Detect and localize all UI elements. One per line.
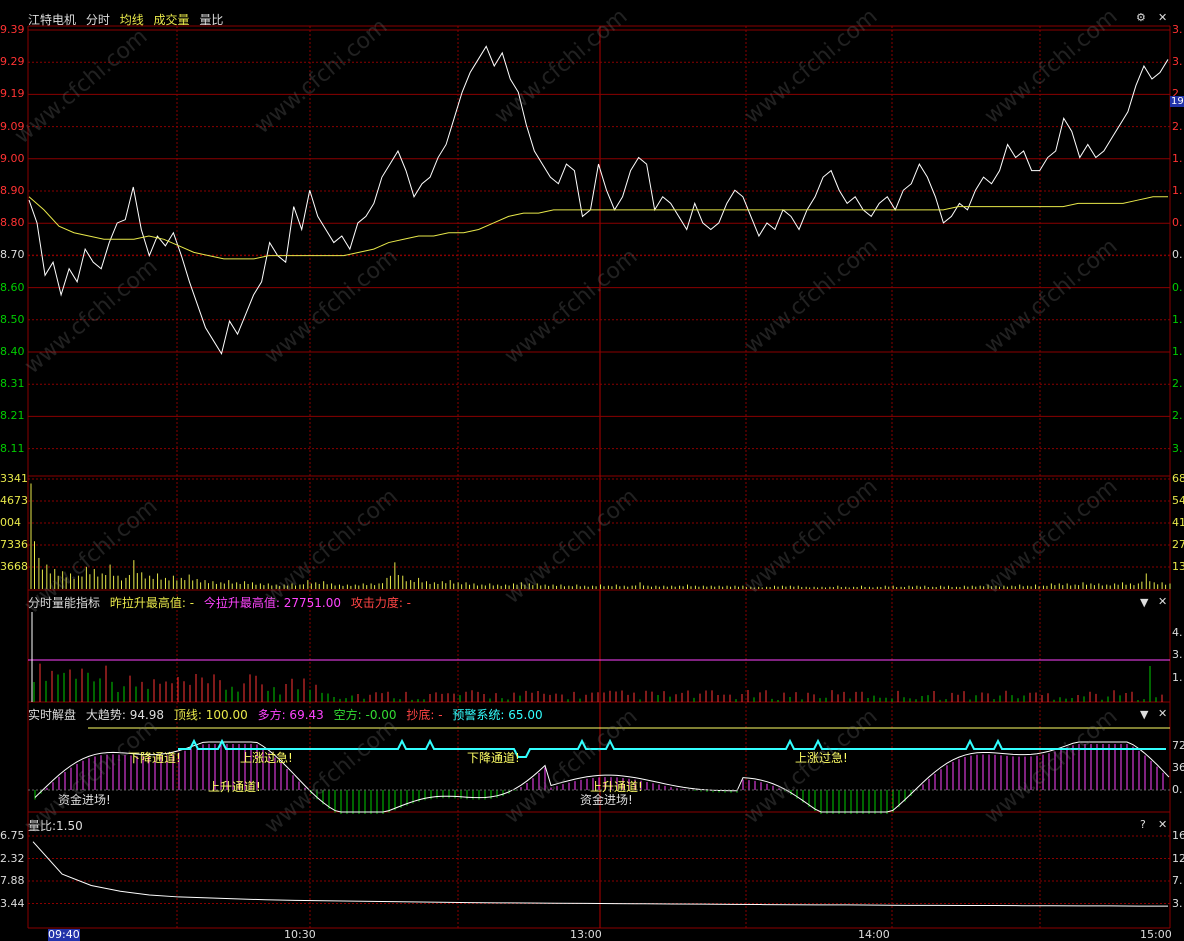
volume-tick-right: 13 (1172, 560, 1184, 573)
price-tick-left: 8.70 (0, 248, 25, 262)
price-tick-left: 9.00 (0, 151, 25, 165)
indicator1-field1: 昨拉升最高值: - (109, 596, 195, 610)
price-tick-right: 1. (1172, 184, 1183, 197)
indicator2-annotation: 下降通道! (467, 751, 520, 765)
price-tick-right: 1. (1172, 312, 1183, 326)
indicator2-menu-icon[interactable]: ▼ (1140, 708, 1148, 721)
indicator1-tick-right: 3. (1172, 648, 1183, 661)
time-tick: 15:00 (1140, 928, 1172, 941)
tab-junxian[interactable]: 均线 (120, 13, 144, 27)
price-tick-left: 8.50 (0, 312, 25, 326)
indicator2-annotation: 上涨过急! (240, 751, 293, 765)
tab-fenshi[interactable]: 分时 (86, 13, 110, 27)
indicator3-tick-right: 3. (1172, 896, 1183, 910)
price-tick-left: 9.39 (0, 23, 25, 36)
price-tick-left: 8.60 (0, 280, 25, 294)
indicator3-close-icon[interactable]: ✕ (1158, 818, 1167, 831)
indicator2-annotation: 上升通道! (208, 780, 261, 794)
indicator2-field3: 多方: 69.43 (257, 708, 324, 722)
indicator3-tick-left: 2.32 (0, 851, 25, 865)
time-tick: 09:40 (48, 928, 80, 941)
volume-tick-right: 41 (1172, 516, 1184, 529)
time-tick: 13:00 (570, 928, 602, 941)
settings-icon[interactable]: ⚙ (1136, 11, 1146, 24)
price-tick-right: 0. (1172, 248, 1183, 262)
volume-tick-left: 4673 (0, 494, 28, 507)
price-tick-right: 1. (1172, 345, 1183, 358)
price-tick-left: 8.21 (0, 409, 25, 423)
price-tick-right: 2. (1172, 409, 1183, 423)
volume-tick-right: 27 (1172, 538, 1184, 551)
volume-tick-left: 7336 (0, 538, 28, 551)
price-tick-left: 8.80 (0, 216, 25, 230)
price-tick-left: 8.31 (0, 377, 25, 391)
indicator2-close-icon[interactable]: ✕ (1158, 707, 1167, 720)
indicator2-field6: 预警系统: 65.00 (452, 708, 543, 722)
indicator3-tick-right: 7. (1172, 874, 1183, 887)
volume-tick-left: 3341 (0, 472, 28, 485)
stock-name: 江特电机 (28, 13, 77, 27)
time-tick: 10:30 (284, 928, 316, 941)
indicator3-tick-left: 3.44 (0, 896, 25, 910)
indicator1-menu-icon[interactable]: ▼ (1140, 596, 1148, 609)
volume-tick-right: 68 (1172, 472, 1184, 485)
volume-tick-left: 3668 (0, 560, 28, 573)
price-tick-right: 3. (1172, 55, 1183, 69)
indicator2-field1: 大趋势: 94.98 (85, 708, 165, 722)
indicator3-tick-left: 6.75 (0, 829, 25, 842)
tab-volume[interactable]: 成交量 (154, 13, 190, 27)
indicator1-header: 分时量能指标 昨拉升最高值: - 今拉升最高值: 27751.00 攻击力度: … (28, 594, 417, 611)
indicator2-header: 实时解盘 大趋势: 94.98 顶线: 100.00 多方: 69.43 空方:… (28, 706, 549, 723)
price-tick-right: 2. (1172, 119, 1183, 133)
price-tick-right: 0. (1172, 280, 1183, 294)
price-tick-left: 8.11 (0, 441, 25, 455)
indicator2-field2: 顶线: 100.00 (173, 708, 248, 722)
indicator3-tick-left: 7.88 (0, 874, 25, 887)
indicator1-close-icon[interactable]: ✕ (1158, 595, 1167, 608)
price-tick-left: 8.40 (0, 345, 25, 358)
avg-price-line (28, 196, 1168, 260)
price-tick-right: 0. (1172, 216, 1183, 230)
current-price-tag: 19 (1170, 96, 1184, 107)
time-tick: 14:00 (858, 928, 890, 941)
price-tick-left: 9.29 (0, 55, 25, 69)
price-tick-right: 2. (1172, 377, 1183, 391)
price-tick-right: 1. (1172, 151, 1183, 165)
indicator1-tick-right: 1. (1172, 671, 1183, 684)
indicator3-tick-right: 12 (1172, 851, 1184, 865)
indicator3-tick-right: 16 (1172, 829, 1184, 842)
indicator2-annotation: 资金进场! (580, 793, 633, 807)
indicator2-tick-right: 0. (1172, 783, 1183, 796)
volume-tick-right: 54 (1172, 494, 1184, 507)
indicator2-tick-right: 36 (1172, 761, 1184, 774)
price-panel-header: 江特电机 分时 均线 成交量 量比 (28, 11, 229, 28)
price-tick-left: 9.19 (0, 87, 25, 101)
price-line (28, 45, 1169, 356)
indicator2-title: 实时解盘 (28, 708, 77, 722)
volume-tick-left: 004 (0, 516, 21, 529)
price-tick-right: 3. (1172, 23, 1183, 36)
price-tick-left: 8.90 (0, 184, 25, 197)
indicator1-field3: 攻击力度: - (350, 596, 412, 610)
indicator2-field5: 抄底: - (406, 708, 443, 722)
indicator1-tick-right: 4. (1172, 626, 1183, 639)
indicator3-help-icon[interactable]: ? (1140, 818, 1146, 831)
tab-liangbi[interactable]: 量比 (199, 13, 223, 27)
price-tick-right: 3. (1172, 441, 1183, 455)
indicator2-tick-right: 72 (1172, 739, 1184, 752)
close-icon[interactable]: ✕ (1158, 11, 1167, 24)
